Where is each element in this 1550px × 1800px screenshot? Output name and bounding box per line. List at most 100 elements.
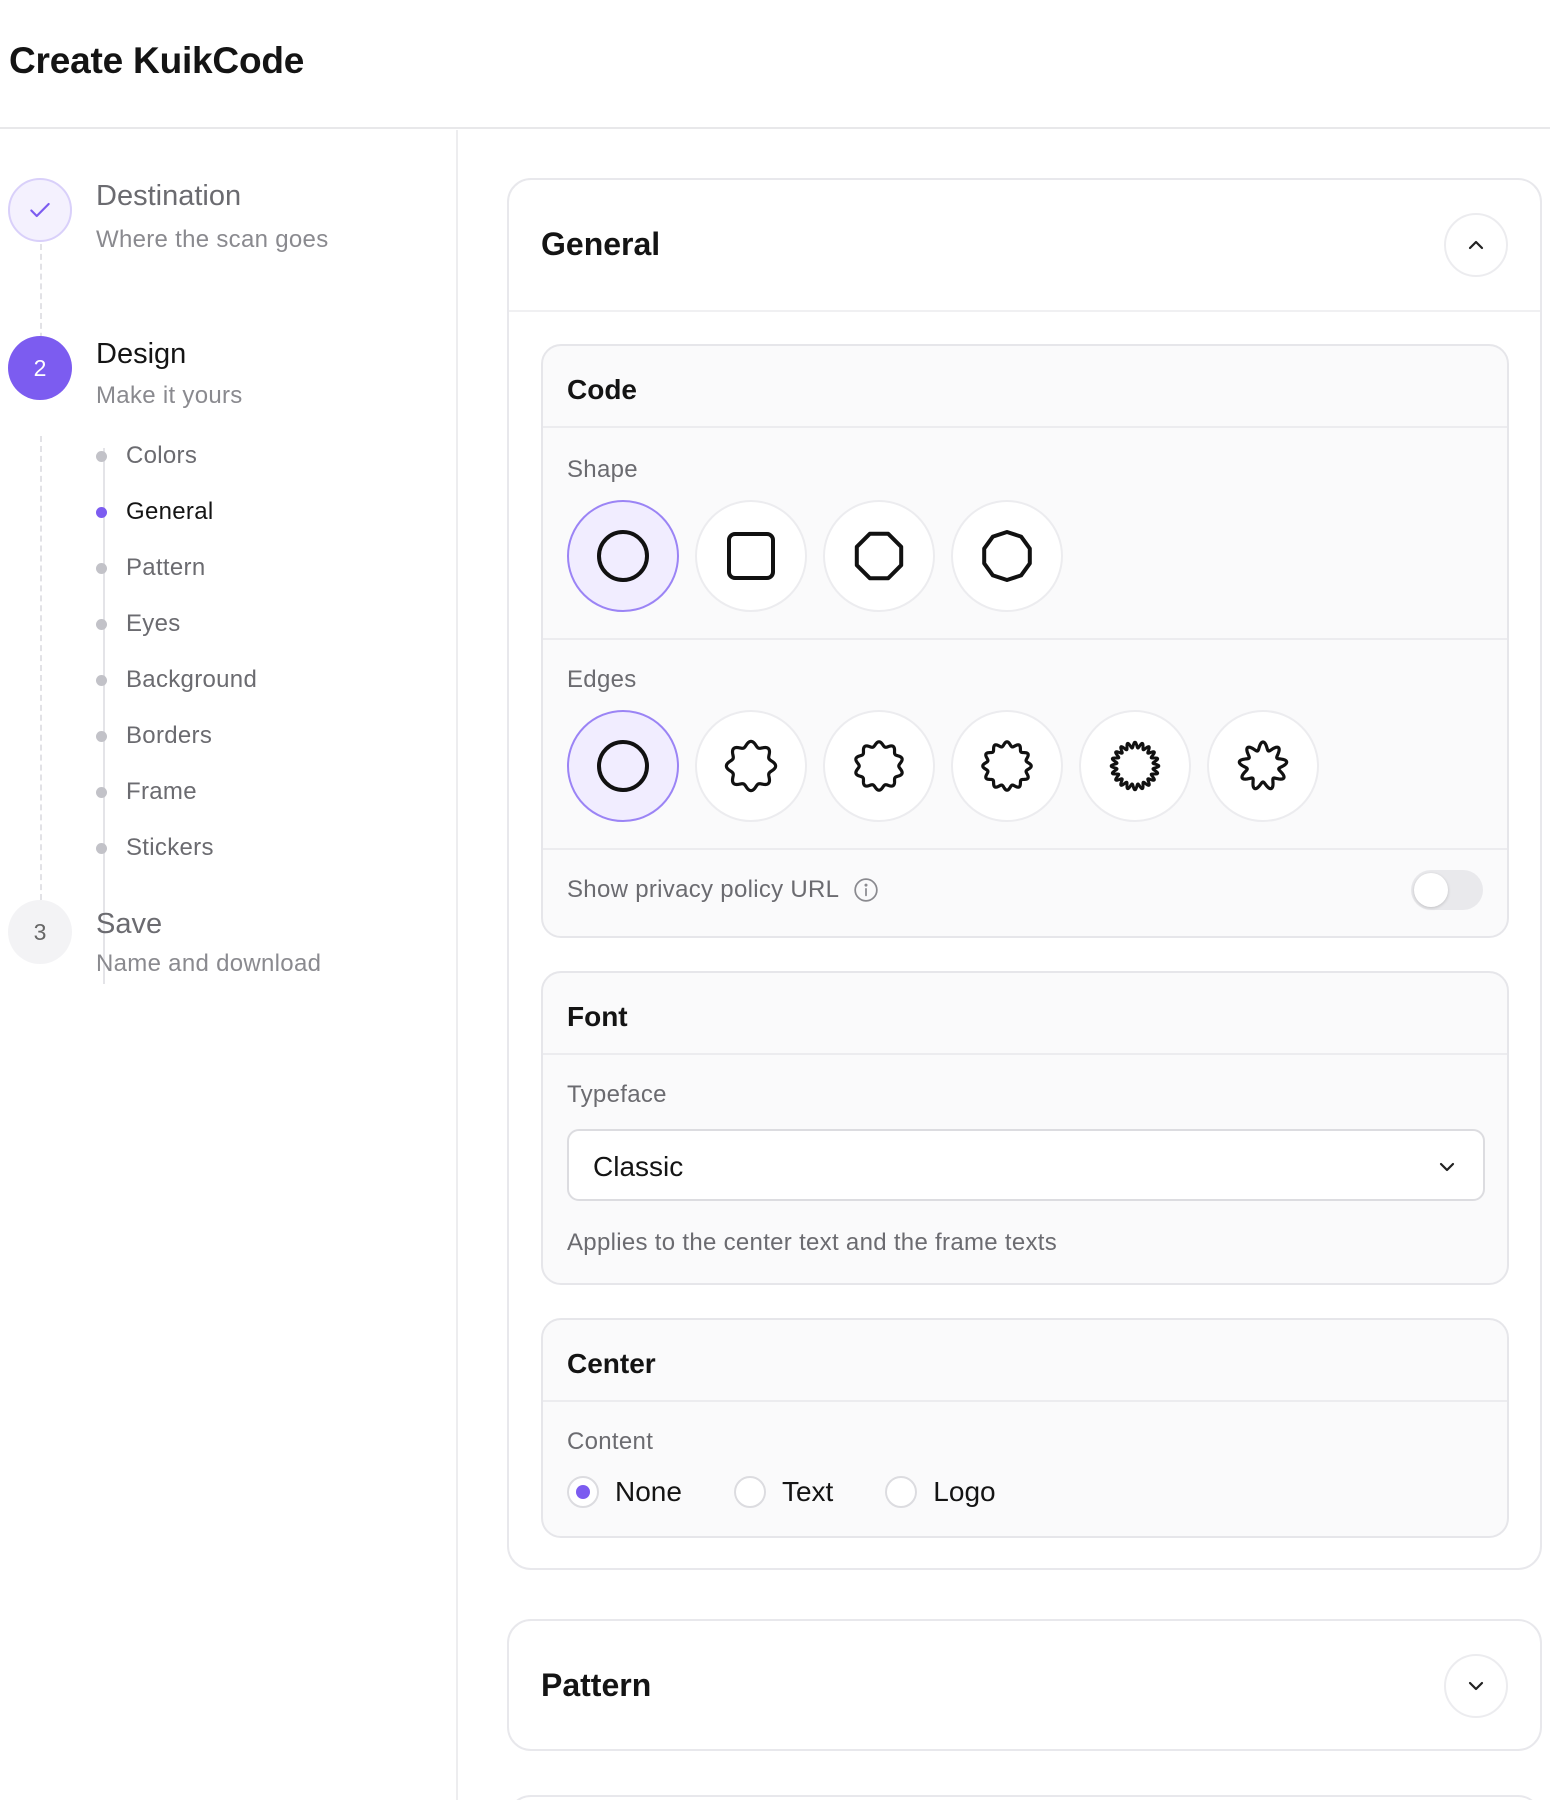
- bullet-dot: [96, 730, 107, 742]
- font-panel: Font Typeface Classic Applies to the cen…: [541, 971, 1509, 1285]
- wavy-edge-icon: [724, 739, 778, 793]
- step-title: Design: [96, 338, 187, 370]
- subitem-label: Pattern: [126, 554, 206, 581]
- design-subitem-background[interactable]: Background: [96, 665, 257, 695]
- wavy-edge-icon: [981, 740, 1033, 792]
- page-title: Create KuikCode: [9, 40, 305, 81]
- general-card-header[interactable]: General: [509, 180, 1540, 312]
- subitem-rail: [103, 448, 105, 984]
- toggle-knob: [1414, 873, 1448, 907]
- panel-title: Center: [567, 1348, 656, 1379]
- wavy-edge-icon: [854, 740, 904, 792]
- flower-edge-icon: [1237, 740, 1289, 791]
- step-subtitle: Name and download: [96, 950, 322, 977]
- check-icon: [30, 202, 50, 218]
- privacy-label: Show privacy policy URL: [567, 876, 840, 903]
- shape-option-octagon[interactable]: [823, 500, 935, 612]
- expand-button[interactable]: [1444, 1654, 1508, 1718]
- pattern-card[interactable]: Pattern: [507, 1619, 1542, 1751]
- card-title: Pattern: [541, 1667, 652, 1703]
- radio-selected-dot: [576, 1485, 590, 1499]
- design-subitem-general[interactable]: General: [96, 497, 213, 527]
- step-subtitle: Where the scan goes: [96, 226, 329, 253]
- panel-divider: [543, 638, 1507, 640]
- decagon-shape-icon: [982, 530, 1032, 582]
- radio-label: Text: [781, 1476, 834, 1507]
- subitem-label: Background: [126, 666, 258, 693]
- design-subitem-pattern[interactable]: Pattern: [96, 553, 205, 583]
- info-icon[interactable]: [853, 877, 879, 903]
- step-connector: [40, 436, 42, 910]
- edge-option-smooth[interactable]: [567, 710, 679, 822]
- radio-circle: [733, 1476, 766, 1508]
- bullet-dot: [96, 618, 107, 630]
- general-card: General Code Shape Edges Show privacy po…: [507, 178, 1542, 1570]
- step-done-badge: [8, 178, 72, 242]
- collapse-button[interactable]: [1444, 213, 1508, 277]
- circle-shape-icon: [597, 530, 649, 582]
- subitem-label: Frame: [126, 778, 197, 805]
- chevron-down-icon: [1468, 1681, 1484, 1691]
- card-title: General: [541, 226, 661, 262]
- octagon-shape-icon: [854, 531, 904, 581]
- design-subitem-colors[interactable]: Colors: [96, 441, 197, 471]
- panel-header: Font: [543, 973, 1507, 1055]
- typeface-value: Classic: [593, 1151, 684, 1182]
- edge-option-wavy-10[interactable]: [823, 710, 935, 822]
- typeface-hint: Applies to the center text and the frame…: [567, 1229, 1058, 1256]
- edge-option-spiky[interactable]: [1079, 710, 1191, 822]
- design-subitem-stickers[interactable]: Stickers: [96, 833, 214, 863]
- radio-none[interactable]: None: [567, 1476, 682, 1508]
- edge-option-flower[interactable]: [1207, 710, 1319, 822]
- bullet-dot: [96, 450, 107, 462]
- next-card: [507, 1795, 1542, 1800]
- subitem-label: Borders: [126, 722, 213, 749]
- shape-option-square[interactable]: [695, 500, 807, 612]
- radio-logo[interactable]: Logo: [885, 1476, 996, 1508]
- bullet-dot: [96, 506, 107, 518]
- bullet-dot: [96, 786, 107, 798]
- step-title: Save: [96, 908, 163, 940]
- radio-label: None: [615, 1476, 682, 1507]
- content-radio-group: None Text Logo: [567, 1476, 1048, 1508]
- privacy-row: Show privacy policy URL: [567, 876, 879, 904]
- design-subitem-borders[interactable]: Borders: [96, 721, 212, 751]
- panel-header: Center: [543, 1320, 1507, 1402]
- panel-header: Code: [543, 346, 1507, 428]
- step-number: 2: [8, 336, 72, 400]
- panel-title: Font: [567, 1001, 628, 1032]
- edge-option-wavy-8[interactable]: [695, 710, 807, 822]
- edge-option-wavy-12[interactable]: [951, 710, 1063, 822]
- chevron-down-icon: [1439, 1162, 1455, 1172]
- step-number: 3: [8, 900, 72, 964]
- typeface-label: Typeface: [567, 1081, 667, 1108]
- top-bar: Create KuikCode: [0, 0, 1550, 129]
- bullet-dot: [96, 674, 107, 686]
- step-subtitle: Make it yours: [96, 382, 243, 409]
- radio-text[interactable]: Text: [733, 1476, 834, 1508]
- radio-circle: [567, 1476, 599, 1508]
- shape-label: Shape: [567, 456, 638, 483]
- typeface-select[interactable]: Classic: [567, 1129, 1485, 1201]
- subitem-label: General: [126, 498, 214, 525]
- shape-option-decagon[interactable]: [951, 500, 1063, 612]
- square-shape-icon: [727, 532, 775, 580]
- subitem-label: Stickers: [126, 834, 214, 861]
- step-title: Destination: [96, 180, 242, 212]
- subitem-label: Colors: [126, 442, 198, 469]
- privacy-toggle[interactable]: [1411, 870, 1483, 910]
- center-panel: Center Content None Text Logo: [541, 1318, 1509, 1538]
- radio-label: Logo: [933, 1476, 996, 1507]
- steps-sidebar: Destination Where the scan goes 2 Design…: [0, 130, 458, 1800]
- design-subitem-frame[interactable]: Frame: [96, 777, 197, 807]
- radio-circle: [885, 1476, 918, 1508]
- content-label: Content: [567, 1428, 654, 1455]
- design-subitem-eyes[interactable]: Eyes: [96, 609, 181, 639]
- bullet-dot: [96, 562, 107, 574]
- spiky-edge-icon: [1109, 740, 1161, 792]
- edges-label: Edges: [567, 666, 637, 693]
- chevron-up-icon: [1468, 240, 1484, 250]
- smooth-edge-icon: [597, 740, 649, 792]
- shape-option-circle[interactable]: [567, 500, 679, 612]
- code-panel: Code Shape Edges Show privacy policy URL: [541, 344, 1509, 938]
